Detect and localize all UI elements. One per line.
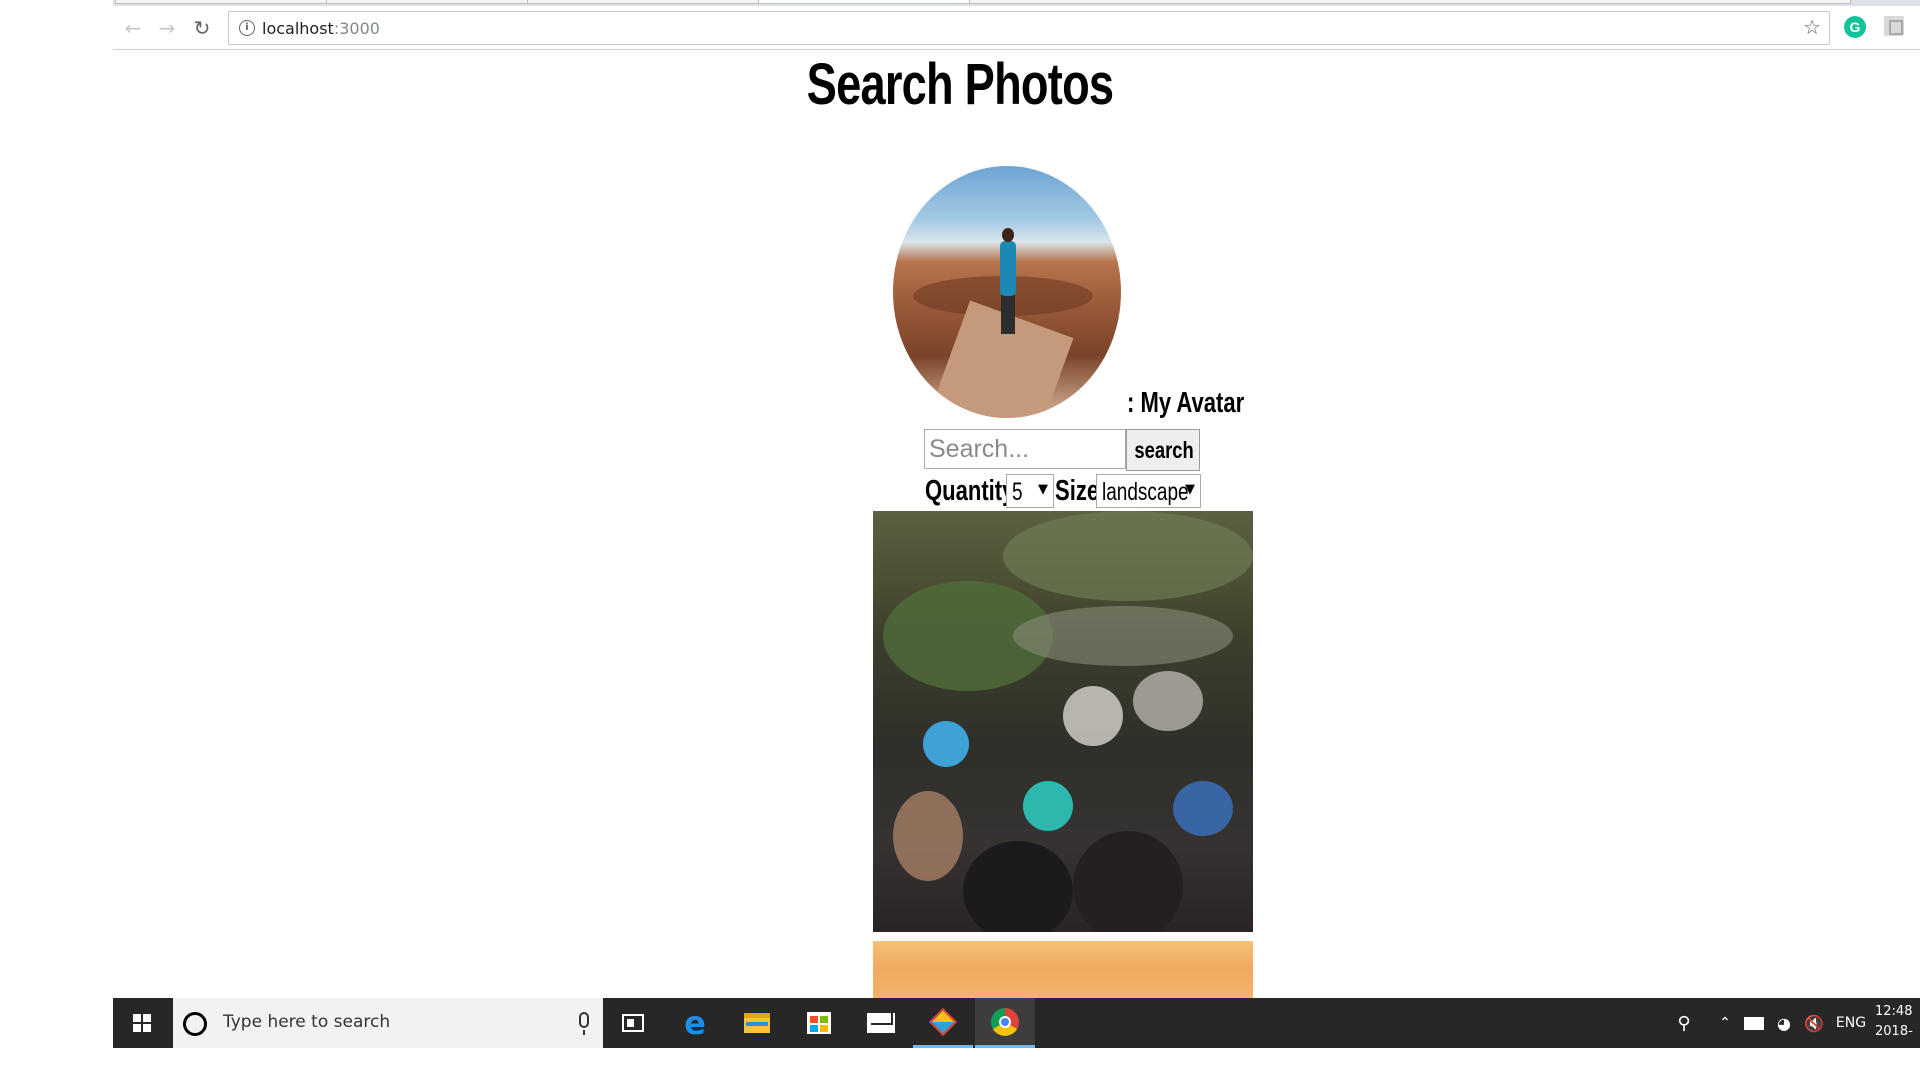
git-icon[interactable]: [913, 998, 973, 1048]
taskbar-search-box[interactable]: Type here to search: [173, 998, 603, 1048]
dropdown-arrow-icon: ▼: [1185, 482, 1195, 497]
clock[interactable]: 12:48 2018-: [1875, 1002, 1920, 1042]
clock-date: 2018-: [1875, 1024, 1913, 1039]
address-bar-url[interactable]: localhost:3000: [262, 19, 380, 38]
back-arrow-icon[interactable]: ←: [119, 14, 147, 42]
quantity-select[interactable]: 5 ▼: [1006, 474, 1054, 508]
search-button-label: search: [1134, 436, 1194, 463]
url-port: :3000: [333, 19, 380, 38]
browser-tab[interactable]: [969, 0, 1851, 4]
grammarly-extension-icon[interactable]: G: [1844, 16, 1866, 38]
info-icon[interactable]: i: [239, 20, 255, 36]
file-explorer-icon[interactable]: [727, 998, 787, 1048]
quantity-select-value: 5: [1012, 478, 1023, 506]
browser-tab[interactable]: [326, 0, 528, 4]
browser-window-chrome: ← → ↻ i localhost:3000 ☆ G: [113, 0, 1920, 50]
cortana-icon[interactable]: [183, 1012, 207, 1036]
browser-toolbar: ← → ↻ i localhost:3000 ☆ G: [113, 6, 1920, 50]
page-title: Search Photos: [806, 52, 1114, 117]
taskbar-search-placeholder: Type here to search: [223, 1012, 391, 1032]
language-indicator[interactable]: ENG: [1831, 998, 1871, 1048]
avatar-label: : My Avatar: [1127, 387, 1245, 419]
microphone-icon[interactable]: [579, 1012, 589, 1035]
speaker-muted-icon[interactable]: 🔇: [1800, 998, 1828, 1048]
browser-tab[interactable]: [115, 0, 327, 4]
dropdown-arrow-icon: ▼: [1038, 482, 1048, 497]
quantity-label: Quantity: [925, 475, 1015, 507]
size-label: Size: [1055, 475, 1100, 507]
task-view-icon[interactable]: [603, 998, 663, 1048]
url-host: localhost: [262, 19, 334, 38]
bookmark-star-icon[interactable]: ☆: [1803, 15, 1821, 39]
people-icon[interactable]: ⚲: [1668, 998, 1700, 1048]
page-content: Search Photos : My Avatar search Quantit…: [113, 50, 1920, 998]
result-photo[interactable]: [873, 941, 1253, 998]
size-select[interactable]: landscape ▼: [1096, 474, 1201, 508]
result-photo[interactable]: [873, 511, 1253, 932]
forward-arrow-icon[interactable]: →: [153, 14, 181, 42]
browser-tab[interactable]: [527, 0, 759, 4]
chevron-up-icon[interactable]: ⌃: [1713, 998, 1737, 1048]
taskbar: Type here to search e ⚲ ⌃ ◕ 🔇 ENG 12:48 …: [113, 998, 1920, 1048]
chrome-icon[interactable]: [975, 998, 1035, 1048]
windows-start-icon[interactable]: [113, 998, 171, 1048]
mail-icon[interactable]: [851, 998, 911, 1048]
address-bar[interactable]: i localhost:3000 ☆: [228, 11, 1830, 45]
browser-tab-active[interactable]: [758, 0, 970, 4]
extension-icon[interactable]: [1884, 16, 1904, 36]
reload-icon[interactable]: ↻: [188, 14, 216, 42]
battery-icon[interactable]: [1740, 998, 1768, 1048]
wifi-icon[interactable]: ◕: [1770, 998, 1798, 1048]
avatar-image: [893, 166, 1121, 418]
store-icon[interactable]: [789, 998, 849, 1048]
edge-icon[interactable]: e: [665, 998, 725, 1048]
search-input[interactable]: [924, 429, 1126, 469]
search-button[interactable]: search: [1126, 429, 1200, 471]
clock-time: 12:48: [1875, 1004, 1913, 1019]
size-select-value: landscape: [1102, 478, 1189, 506]
